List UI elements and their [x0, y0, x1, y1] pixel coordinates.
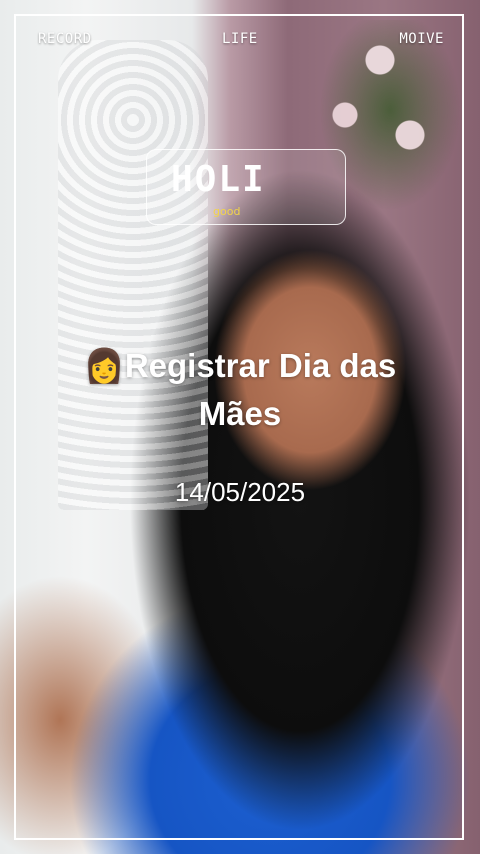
life-label: LIFE — [222, 31, 258, 47]
woman-emoji-icon: 👩 — [83, 347, 125, 384]
date-caption: 14/05/2025 — [174, 477, 306, 507]
background-lattice-screen — [58, 40, 208, 510]
photo-template-canvas: RECORD LIFE MOIVE HOLI good 👩Registrar D… — [0, 0, 480, 854]
holi-title: HOLI — [171, 159, 266, 200]
holi-overlay-card: HOLI good — [146, 149, 346, 225]
headline-text: Registrar Dia das Mães — [124, 347, 397, 432]
moive-label: MOIVE — [399, 31, 444, 47]
headline-caption: 👩Registrar Dia das Mães — [40, 342, 440, 438]
record-label: RECORD — [38, 31, 92, 47]
holi-subtitle: good — [213, 205, 241, 218]
